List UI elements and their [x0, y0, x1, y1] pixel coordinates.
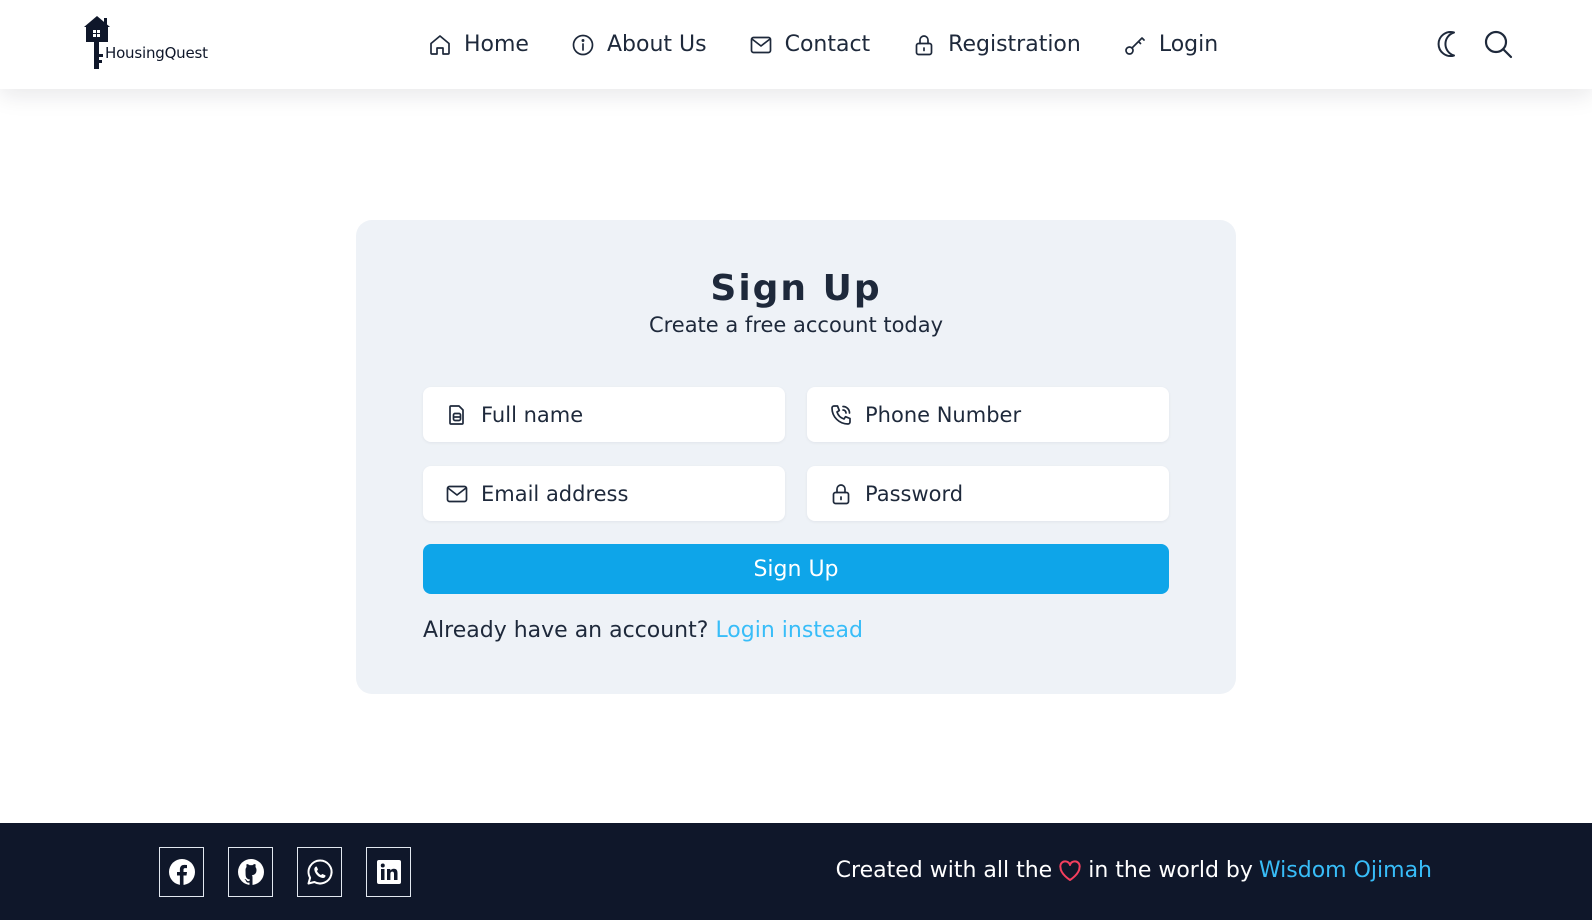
password-field[interactable] — [807, 466, 1169, 521]
key-icon — [1124, 36, 1145, 55]
credit-prefix: Created with all the — [835, 858, 1053, 883]
nav-item-label: About Us — [606, 32, 707, 57]
site-footer: Created with all the in the world by Wis… — [0, 823, 1592, 920]
mail-icon — [446, 485, 468, 502]
nav-item-label: Home — [464, 32, 529, 57]
password-input[interactable] — [865, 481, 1155, 506]
search-button[interactable] — [1482, 28, 1514, 60]
phone-input[interactable] — [865, 402, 1155, 427]
whatsapp-link[interactable] — [297, 847, 342, 897]
mail-icon — [750, 36, 771, 53]
signup-button[interactable]: Sign Up — [423, 544, 1169, 594]
signup-card: Sign Up Create a free account today Sign… — [356, 220, 1236, 694]
nav-item-contact[interactable]: Contact — [749, 25, 871, 65]
full-name-input[interactable] — [481, 402, 771, 427]
theme-toggle-button[interactable] — [1432, 28, 1464, 60]
nav-item-registration[interactable]: Registration — [912, 25, 1081, 65]
linkedin-icon — [376, 860, 401, 884]
nav-item-about[interactable]: About Us — [571, 25, 707, 65]
credit-middle: in the world by — [1088, 858, 1253, 883]
linkedin-link[interactable] — [366, 847, 411, 897]
lock-icon — [915, 34, 933, 55]
footer-credit: Created with all the in the world by Wis… — [836, 858, 1432, 883]
brand-name: HousingQuest — [105, 44, 208, 62]
email-input[interactable] — [481, 481, 771, 506]
phone-icon — [831, 404, 851, 425]
email-field[interactable] — [423, 466, 785, 521]
page-title: Sign Up — [710, 268, 882, 309]
login-prompt: Already have an account? Login instead — [423, 618, 863, 643]
author-link[interactable]: Wisdom Ojimah — [1259, 858, 1432, 883]
search-icon — [1484, 30, 1513, 59]
site-header: HousingQuest Home About Us Contact Regis… — [0, 0, 1592, 89]
nav-item-label: Login — [1158, 32, 1219, 57]
house-key-icon — [84, 16, 110, 69]
facebook-link[interactable] — [159, 847, 204, 897]
whatsapp-icon — [307, 859, 333, 885]
lock-icon — [832, 483, 850, 504]
info-icon — [572, 34, 594, 55]
github-link[interactable] — [228, 847, 273, 897]
full-name-field[interactable] — [423, 387, 785, 442]
main-nav: Home About Us Contact Registration Login — [428, 0, 1218, 89]
nav-item-label: Registration — [948, 32, 1081, 57]
moon-icon — [1437, 31, 1455, 57]
login-instead-link[interactable]: Login instead — [715, 618, 862, 643]
github-icon — [237, 859, 264, 885]
heart-icon — [1059, 859, 1081, 881]
nav-item-login[interactable]: Login — [1123, 25, 1218, 65]
document-icon — [449, 404, 464, 425]
phone-field[interactable] — [807, 387, 1169, 442]
nav-item-home[interactable]: Home — [428, 25, 529, 65]
nav-item-label: Contact — [784, 32, 871, 57]
brand-logo[interactable]: HousingQuest — [82, 14, 222, 72]
home-icon — [430, 34, 450, 55]
login-prompt-text: Already have an account? — [423, 618, 709, 643]
page-subtitle: Create a free account today — [648, 313, 944, 337]
facebook-icon — [168, 859, 195, 885]
